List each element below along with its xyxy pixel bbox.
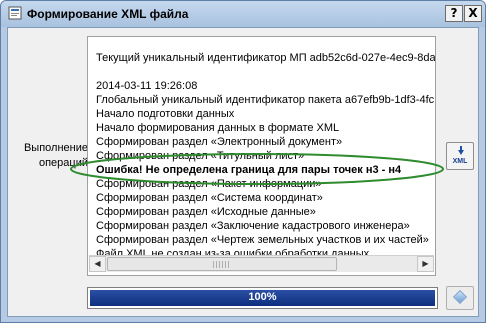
log-line: Сформирован раздел «Заключение кадастров…: [96, 220, 410, 232]
horizontal-scrollbar[interactable]: ◀ ▶: [89, 255, 434, 272]
log-line: Начало формирования данных в формате XML: [96, 122, 340, 134]
title-bar[interactable]: Формирование XML файла ? X: [1, 1, 485, 27]
grip-icon: [213, 261, 231, 268]
log-line: 2014-03-11 19:26:08: [96, 80, 198, 92]
progress-bar: 100%: [87, 287, 438, 309]
scroll-right-icon[interactable]: ▶: [417, 256, 434, 272]
help-button[interactable]: ?: [445, 5, 463, 22]
document-icon: [8, 6, 22, 20]
log-line: Глобальный уникальный идентификатор паке…: [96, 94, 435, 106]
log-line: Текущий уникальный идентификатор МП adb5…: [96, 52, 436, 64]
dialog-window: Формирование XML файла ? X Выполнение оп…: [0, 0, 486, 323]
log-textbox[interactable]: Текущий уникальный идентификатор МП adb5…: [87, 36, 436, 276]
operations-label-line1: Выполнение: [23, 142, 88, 154]
log-line: Сформирован раздел «Чертеж земельных уча…: [96, 234, 429, 246]
operations-label: Выполнение операций: [16, 141, 88, 171]
stop-diamond-icon: [452, 289, 468, 305]
dialog-body: Выполнение операций Текущий уникальный и…: [7, 27, 479, 317]
log-line: Сформирован раздел «Титульный лист»: [96, 150, 305, 162]
stop-button[interactable]: [446, 286, 474, 310]
log-line: Сформирован раздел «Система координат»: [96, 192, 323, 204]
window-title: Формирование XML файла: [27, 7, 189, 21]
log-line: Начало подготовки данных: [96, 108, 235, 120]
xml-button-label: XML: [452, 158, 468, 165]
log-line-error: Ошибка! Не определена граница для пары т…: [96, 164, 402, 176]
log-line: Сформирован раздел «Пакет информации»: [96, 178, 322, 190]
operations-label-line2: операций: [38, 157, 88, 169]
log-line: Сформирован раздел «Исходные данные»: [96, 206, 316, 218]
log-line: Сформирован раздел «Электронный документ…: [96, 136, 343, 148]
close-button[interactable]: X: [464, 5, 482, 22]
scrollbar-thumb[interactable]: [107, 257, 337, 271]
progress-label: 100%: [248, 291, 277, 303]
xml-export-button[interactable]: XML: [446, 142, 474, 170]
scroll-left-icon[interactable]: ◀: [89, 256, 106, 272]
download-arrow-icon: [458, 146, 464, 155]
